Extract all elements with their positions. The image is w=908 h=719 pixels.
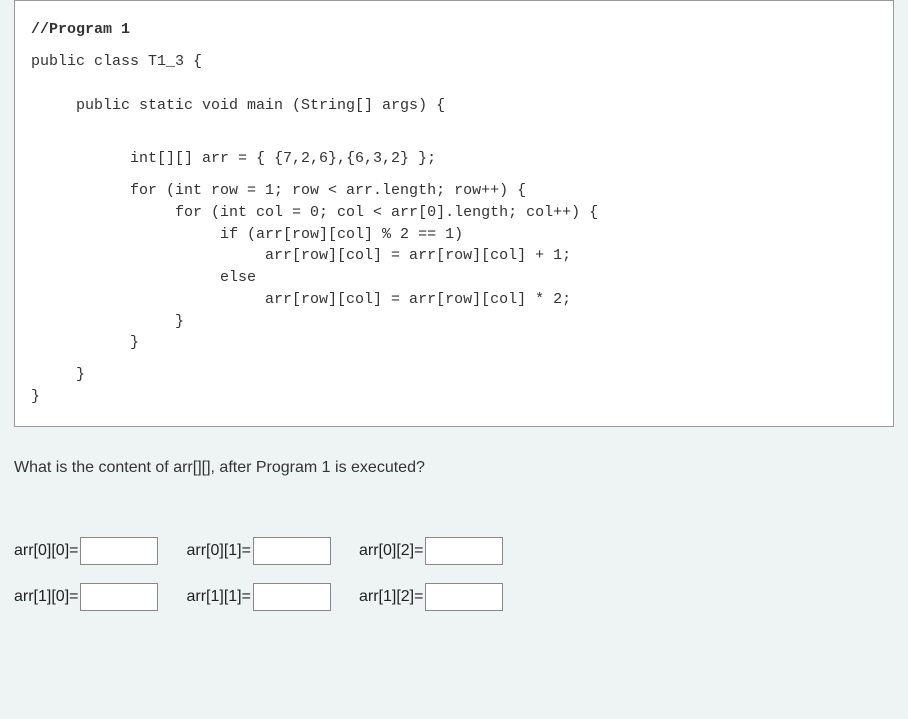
answer-group-11: arr[1][1]= bbox=[186, 583, 330, 611]
code-line-13: } bbox=[31, 364, 877, 386]
answer-group-01: arr[0][1]= bbox=[186, 537, 330, 565]
code-line-12: } bbox=[31, 332, 877, 354]
code-line-5: for (int row = 1; row < arr.length; row+… bbox=[31, 180, 877, 202]
code-line-6: for (int col = 0; col < arr[0].length; c… bbox=[31, 202, 877, 224]
code-line-14: } bbox=[31, 386, 877, 408]
answer-input-12[interactable] bbox=[425, 583, 503, 611]
code-line-7: if (arr[row][col] % 2 == 1) bbox=[31, 224, 877, 246]
question-area: What is the content of arr[][], after Pr… bbox=[0, 427, 908, 497]
answer-label-00: arr[0][0]= bbox=[14, 542, 78, 560]
code-container: //Program 1 public class T1_3 { public s… bbox=[14, 0, 894, 427]
code-line-1: //Program 1 bbox=[31, 19, 877, 41]
answers-area: arr[0][0]= arr[0][1]= arr[0][2]= arr[1][… bbox=[0, 497, 908, 649]
answer-label-12: arr[1][2]= bbox=[359, 588, 423, 606]
answer-input-10[interactable] bbox=[80, 583, 158, 611]
answer-row-1: arr[1][0]= arr[1][1]= arr[1][2]= bbox=[14, 583, 894, 611]
code-line-4: int[][] arr = { {7,2,6},{6,3,2} }; bbox=[31, 148, 877, 170]
code-line-2: public class T1_3 { bbox=[31, 51, 877, 73]
answer-input-11[interactable] bbox=[253, 583, 331, 611]
answer-input-01[interactable] bbox=[253, 537, 331, 565]
question-text: What is the content of arr[][], after Pr… bbox=[14, 459, 894, 477]
code-line-8: arr[row][col] = arr[row][col] + 1; bbox=[31, 245, 877, 267]
code-line-11: } bbox=[31, 311, 877, 333]
answer-group-12: arr[1][2]= bbox=[359, 583, 503, 611]
code-line-9: else bbox=[31, 267, 877, 289]
answer-label-10: arr[1][0]= bbox=[14, 588, 78, 606]
answer-input-00[interactable] bbox=[80, 537, 158, 565]
answer-row-0: arr[0][0]= arr[0][1]= arr[0][2]= bbox=[14, 537, 894, 565]
answer-group-02: arr[0][2]= bbox=[359, 537, 503, 565]
answer-group-00: arr[0][0]= bbox=[14, 537, 158, 565]
answer-input-02[interactable] bbox=[425, 537, 503, 565]
code-line-10: arr[row][col] = arr[row][col] * 2; bbox=[31, 289, 877, 311]
code-line-3: public static void main (String[] args) … bbox=[31, 95, 877, 117]
answer-label-02: arr[0][2]= bbox=[359, 542, 423, 560]
answer-label-01: arr[0][1]= bbox=[186, 542, 250, 560]
answer-group-10: arr[1][0]= bbox=[14, 583, 158, 611]
answer-label-11: arr[1][1]= bbox=[186, 588, 250, 606]
